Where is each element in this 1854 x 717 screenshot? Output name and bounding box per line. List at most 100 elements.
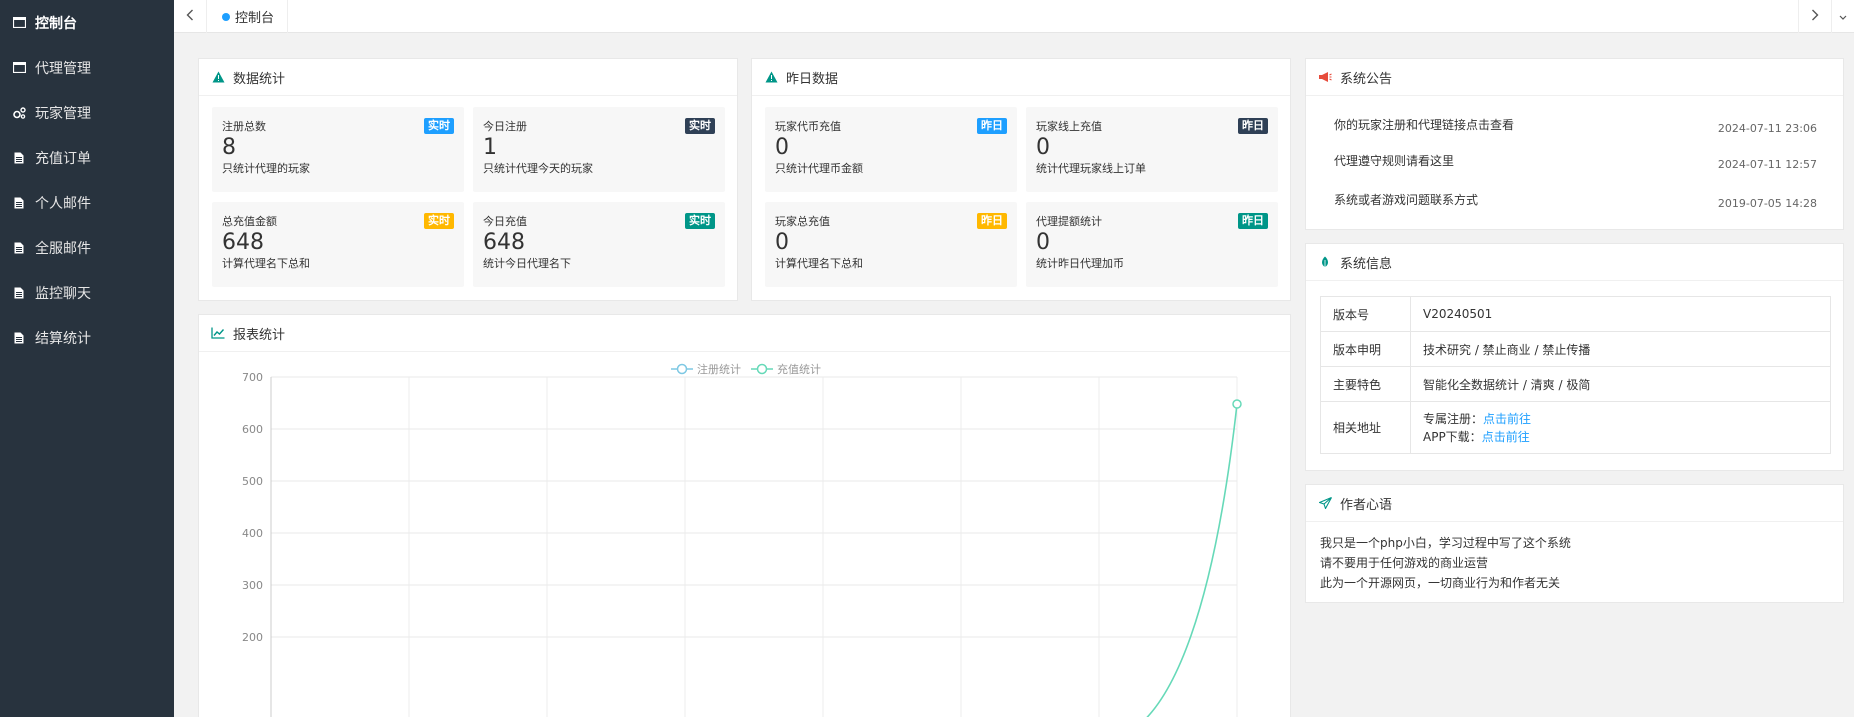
sidebar-item-server-mail[interactable]: 全服邮件 <box>0 225 174 270</box>
stat-value: 0 <box>1036 230 1050 255</box>
table-row: 版本号 V20240501 <box>1320 296 1831 332</box>
sidebar-item-chat-monitor[interactable]: 监控聊天 <box>0 270 174 315</box>
info-key: 主要特色 <box>1320 366 1411 402</box>
tab-dashboard[interactable]: 控制台 <box>208 0 288 33</box>
stats-panel: 数据统计 注册总数 实时 8 只统计代理的玩家 今日注册 实时 1 只统计代理今… <box>198 58 738 301</box>
document-icon <box>12 151 26 165</box>
author-notes: 我只是一个php小白，学习过程中写了这个系统 请不要用于任何游戏的商业运营 此为… <box>1320 533 1571 593</box>
panel-header: 数据统计 <box>199 59 737 96</box>
y-tick-label: 600 <box>242 423 263 436</box>
warning-icon <box>211 70 225 84</box>
yesterday-badge: 昨日 <box>1238 213 1268 229</box>
yesterday-panel: 昨日数据 玩家代币充值 昨日 0 只统计代理币金额 玩家线上充值 昨日 0 统计… <box>751 58 1291 301</box>
tabs-next-button[interactable] <box>1798 0 1831 33</box>
info-key: 版本申明 <box>1320 331 1411 367</box>
stat-desc: 只统计代理今天的玩家 <box>483 162 593 175</box>
panel-header: 系统信息 <box>1306 244 1843 281</box>
app-download-link[interactable]: 点击前往 <box>1482 430 1530 444</box>
sidebar-item-agents[interactable]: 代理管理 <box>0 45 174 90</box>
register-link[interactable]: 点击前往 <box>1483 412 1531 426</box>
stat-label: 今日充值 <box>483 215 527 228</box>
line-chart-icon <box>211 326 225 340</box>
y-tick-label: 400 <box>242 527 263 540</box>
stat-label: 今日注册 <box>483 120 527 133</box>
info-key: 版本号 <box>1320 296 1411 332</box>
stat-desc: 计算代理名下总和 <box>222 257 310 270</box>
stat-label: 玩家线上充值 <box>1036 120 1102 133</box>
notice-title[interactable]: 你的玩家注册和代理链接点击查看 <box>1334 116 1514 133</box>
notice-item[interactable]: 系统或者游戏问题联系方式 2019-07-05 14:28 <box>1334 191 1817 211</box>
sidebar-item-label: 代理管理 <box>35 60 91 77</box>
panel-header: 报表统计 <box>199 315 1290 352</box>
stat-card: 玩家总充值 昨日 0 计算代理名下总和 <box>765 202 1017 287</box>
panel-title: 数据统计 <box>233 71 286 87</box>
sidebar-item-orders[interactable]: 充值订单 <box>0 135 174 180</box>
yesterday-badge: 昨日 <box>977 118 1007 134</box>
gears-icon <box>12 106 26 120</box>
sysinfo-panel: 系统信息 版本号 V20240501 版本申明 技术研究 / 禁止商业 / 禁止… <box>1305 243 1844 471</box>
sidebar-item-label: 玩家管理 <box>35 105 91 122</box>
tabs-menu-button[interactable] <box>1831 0 1854 33</box>
realtime-badge: 实时 <box>424 213 454 229</box>
sidebar-item-label: 监控聊天 <box>35 285 91 302</box>
y-tick-label: 200 <box>242 631 263 644</box>
sidebar-item-dashboard[interactable]: 控制台 <box>0 0 174 45</box>
stat-card: 注册总数 实时 8 只统计代理的玩家 <box>212 107 464 192</box>
notice-item[interactable]: 代理遵守规则请看这里 2024-07-11 12:57 <box>1334 152 1817 172</box>
panel-header: 作者心语 <box>1306 485 1843 522</box>
info-value: 智能化全数据统计 / 清爽 / 极简 <box>1410 366 1831 402</box>
stat-card: 今日充值 实时 648 统计今日代理名下 <box>473 202 725 287</box>
stat-value: 648 <box>483 230 525 255</box>
stat-card: 总充值金额 实时 648 计算代理名下总和 <box>212 202 464 287</box>
stat-value: 1 <box>483 135 497 160</box>
notice-panel: 系统公告 你的玩家注册和代理链接点击查看 2024-07-11 23:06 代理… <box>1305 58 1844 230</box>
yesterday-badge: 昨日 <box>1238 118 1268 134</box>
stat-desc: 只统计代理的玩家 <box>222 162 310 175</box>
author-panel: 作者心语 我只是一个php小白，学习过程中写了这个系统 请不要用于任何游戏的商业… <box>1305 484 1844 603</box>
notice-title[interactable]: 代理遵守规则请看这里 <box>1334 152 1454 169</box>
stat-card: 玩家线上充值 昨日 0 统计代理玩家线上订单 <box>1026 107 1278 192</box>
sidebar-item-players[interactable]: 玩家管理 <box>0 90 174 135</box>
tabs-prev-button[interactable] <box>174 0 207 33</box>
info-value: 技术研究 / 禁止商业 / 禁止传播 <box>1410 331 1831 367</box>
stat-label: 玩家代币充值 <box>775 120 841 133</box>
document-icon <box>12 241 26 255</box>
stat-label: 玩家总充值 <box>775 215 830 228</box>
notice-time: 2019-07-05 14:28 <box>1717 197 1817 210</box>
table-row: 版本申明 技术研究 / 禁止商业 / 禁止传播 <box>1320 331 1831 367</box>
stat-value: 0 <box>775 135 789 160</box>
realtime-badge: 实时 <box>424 118 454 134</box>
sysinfo-table: 版本号 V20240501 版本申明 技术研究 / 禁止商业 / 禁止传播 主要… <box>1320 296 1831 454</box>
stat-label: 代理提额统计 <box>1036 215 1102 228</box>
notice-title[interactable]: 系统或者游戏问题联系方式 <box>1334 191 1478 208</box>
stat-desc: 统计今日代理名下 <box>483 257 571 270</box>
app-label: APP下载： <box>1423 429 1482 444</box>
panel-title: 昨日数据 <box>786 71 839 87</box>
panel-header: 昨日数据 <box>752 59 1290 96</box>
stat-card: 代理提额统计 昨日 0 统计昨日代理加币 <box>1026 202 1278 287</box>
document-icon <box>12 286 26 300</box>
leaf-icon <box>1318 255 1332 269</box>
y-tick-label: 700 <box>242 371 263 384</box>
series-line <box>1146 403 1238 717</box>
chevron-left-icon <box>186 9 194 25</box>
paper-plane-icon <box>1318 496 1332 510</box>
legend-marker <box>676 363 688 375</box>
stat-desc: 只统计代理币金额 <box>775 162 863 175</box>
document-icon <box>12 331 26 345</box>
line-chart: 700 600 500 400 300 200 注册统计 充值统计 <box>242 362 1242 717</box>
table-row: 相关地址 专属注册：点击前往 APP下载：点击前往 <box>1320 401 1831 454</box>
notice-time: 2024-07-11 23:06 <box>1717 122 1817 135</box>
stat-value: 8 <box>222 135 236 160</box>
tab-label: 控制台 <box>235 11 275 26</box>
info-value: 专属注册：点击前往 APP下载：点击前往 <box>1410 401 1831 454</box>
sidebar-item-label: 充值订单 <box>35 150 91 167</box>
stat-value: 648 <box>222 230 264 255</box>
notice-item[interactable]: 你的玩家注册和代理链接点击查看 2024-07-11 23:06 <box>1334 116 1817 136</box>
warning-icon <box>764 70 778 84</box>
panel-title: 系统公告 <box>1340 71 1393 87</box>
megaphone-icon <box>1318 70 1332 84</box>
realtime-badge: 实时 <box>685 213 715 229</box>
sidebar-item-settlement[interactable]: 结算统计 <box>0 315 174 360</box>
sidebar-item-personal-mail[interactable]: 个人邮件 <box>0 180 174 225</box>
